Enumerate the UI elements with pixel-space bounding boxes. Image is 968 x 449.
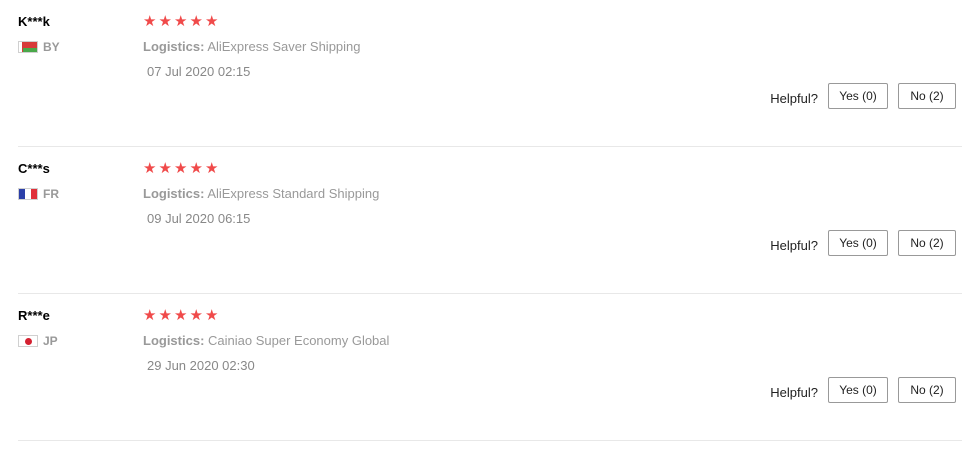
flag-japan-icon	[18, 335, 38, 347]
helpful-controls: Helpful? Yes (0) No (2)	[770, 230, 956, 256]
star-icon: ★	[205, 306, 219, 324]
star-icon: ★	[174, 12, 188, 30]
helpful-label: Helpful?	[770, 384, 818, 400]
helpful-yes-button[interactable]: Yes (0)	[828, 83, 888, 109]
star-icon: ★	[174, 306, 188, 324]
helpful-controls: Helpful? Yes (0) No (2)	[770, 377, 956, 403]
star-icon: ★	[205, 12, 219, 30]
review-date: 07 Jul 2020 02:15	[147, 64, 251, 79]
country-code: BY	[43, 40, 60, 54]
star-rating: ★ ★ ★ ★ ★	[143, 12, 221, 30]
helpful-controls: Helpful? Yes (0) No (2)	[770, 83, 956, 109]
helpful-no-button[interactable]: No (2)	[898, 83, 956, 109]
logistics-label: Logistics:	[143, 39, 205, 54]
logistics-label: Logistics:	[143, 333, 205, 348]
star-rating: ★ ★ ★ ★ ★	[143, 306, 221, 324]
star-rating: ★ ★ ★ ★ ★	[143, 159, 221, 177]
logistics-value: Cainiao Super Economy Global	[208, 333, 390, 348]
reviewer-country: FR	[18, 187, 59, 201]
flag-belarus-icon	[18, 41, 38, 53]
country-code: JP	[43, 334, 58, 348]
star-icon: ★	[143, 306, 157, 324]
helpful-label: Helpful?	[770, 237, 818, 253]
star-icon: ★	[158, 159, 172, 177]
logistics-info: Logistics: AliExpress Standard Shipping	[143, 186, 379, 201]
helpful-yes-button[interactable]: Yes (0)	[828, 230, 888, 256]
helpful-label: Helpful?	[770, 90, 818, 106]
helpful-no-button[interactable]: No (2)	[898, 230, 956, 256]
star-icon: ★	[205, 159, 219, 177]
star-icon: ★	[143, 12, 157, 30]
logistics-info: Logistics: AliExpress Saver Shipping	[143, 39, 361, 54]
logistics-info: Logistics: Cainiao Super Economy Global	[143, 333, 389, 348]
helpful-yes-button[interactable]: Yes (0)	[828, 377, 888, 403]
reviewer-name: K***k	[18, 14, 50, 29]
star-icon: ★	[189, 12, 203, 30]
logistics-value: AliExpress Saver Shipping	[207, 39, 361, 54]
star-icon: ★	[189, 306, 203, 324]
review-item: K***k BY ★ ★ ★ ★ ★ Logistics: AliExpress…	[18, 0, 962, 147]
logistics-value: AliExpress Standard Shipping	[207, 186, 380, 201]
country-code: FR	[43, 187, 59, 201]
star-icon: ★	[189, 159, 203, 177]
review-item: C***s FR ★ ★ ★ ★ ★ Logistics: AliExpress…	[18, 147, 962, 294]
star-icon: ★	[158, 12, 172, 30]
reviewer-country: JP	[18, 334, 58, 348]
reviewer-country: BY	[18, 40, 60, 54]
reviewer-name: R***e	[18, 308, 50, 323]
logistics-label: Logistics:	[143, 186, 205, 201]
helpful-no-button[interactable]: No (2)	[898, 377, 956, 403]
review-date: 29 Jun 2020 02:30	[147, 358, 255, 373]
flag-france-icon	[18, 188, 38, 200]
review-item: R***e JP ★ ★ ★ ★ ★ Logistics: Cainiao Su…	[18, 294, 962, 441]
star-icon: ★	[143, 159, 157, 177]
star-icon: ★	[158, 306, 172, 324]
review-date: 09 Jul 2020 06:15	[147, 211, 251, 226]
reviewer-name: C***s	[18, 161, 50, 176]
star-icon: ★	[174, 159, 188, 177]
